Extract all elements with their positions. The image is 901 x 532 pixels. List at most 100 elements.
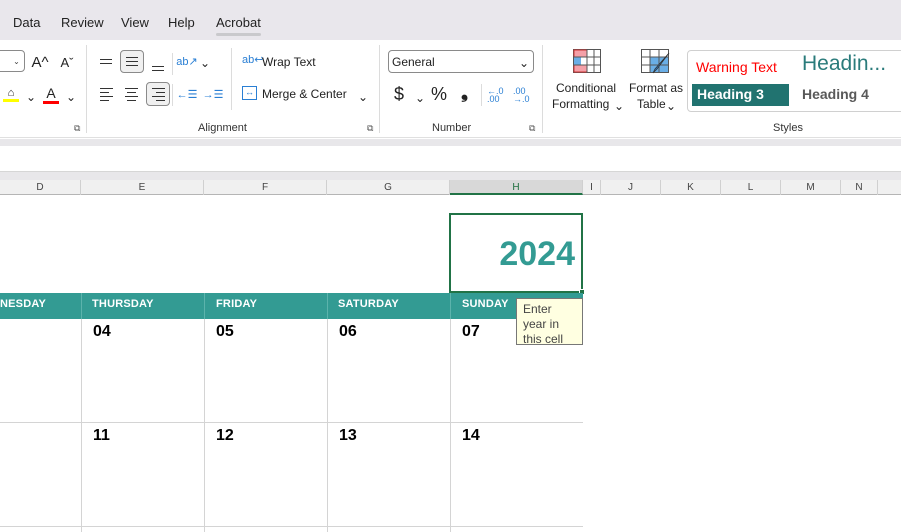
style-heading-1[interactable]: Headin... <box>802 52 886 76</box>
number-format-dropdown[interactable]: General ⌄ <box>388 50 534 73</box>
decrease-indent-icon: ←☰ <box>176 88 198 101</box>
increase-decimal-button[interactable]: ←.0.00 <box>487 87 504 104</box>
increase-font-size-button[interactable]: A^ <box>30 52 50 72</box>
percent-button[interactable]: % <box>431 84 447 105</box>
chevron-down-icon: ⌄ <box>614 99 625 113</box>
tab-help[interactable]: Help <box>168 15 195 30</box>
input-message-tooltip: Enter year in this cell <box>516 298 583 346</box>
column-header-g[interactable]: G <box>327 180 450 195</box>
gridline <box>81 319 82 532</box>
decrease-indent-button[interactable]: ←☰ <box>176 85 198 103</box>
tab-view[interactable]: View <box>121 15 149 30</box>
increase-indent-button[interactable]: →☰ <box>202 85 224 103</box>
separator <box>231 48 232 110</box>
currency-dropdown[interactable]: ⌄ <box>415 91 425 105</box>
column-headers: D E F G H I J K L M N <box>0 180 901 195</box>
column-header-n[interactable]: N <box>841 180 878 195</box>
wrap-text-icon: ab↩ <box>242 54 264 66</box>
separator <box>542 45 543 133</box>
separator <box>379 45 380 133</box>
chevron-down-icon: ⌄ <box>518 56 529 70</box>
fill-color-dropdown[interactable]: ⌄ <box>26 90 36 104</box>
align-left-button[interactable] <box>97 85 115 103</box>
day-cell-13[interactable]: 13 <box>339 427 357 445</box>
ribbon-divider <box>0 139 901 146</box>
conditional-formatting-icon <box>573 49 601 73</box>
paint-bucket-icon: ⌂ <box>7 86 15 99</box>
fill-color-button[interactable]: ⌂ <box>2 84 20 104</box>
alignment-group-label: Alignment <box>198 122 247 134</box>
column-header-j[interactable]: J <box>601 180 661 195</box>
number-format-value: General <box>392 55 435 69</box>
alignment-dialog-launcher-icon[interactable]: ⧉ <box>367 123 373 134</box>
middle-align-button[interactable] <box>120 50 144 73</box>
column-header-f[interactable]: F <box>204 180 327 195</box>
bottom-align-icon <box>152 65 164 71</box>
tab-data[interactable]: Data <box>13 15 40 30</box>
separator <box>172 84 173 106</box>
column-header-h[interactable]: H <box>450 180 583 195</box>
gridline <box>450 319 451 532</box>
day-name-friday: FRIDAY <box>216 298 258 310</box>
increase-font-icon: A^ <box>31 53 49 71</box>
font-color-button[interactable]: A <box>42 84 60 104</box>
year-value: 2024 <box>499 235 575 273</box>
column-header-i[interactable]: I <box>583 180 601 195</box>
gridline <box>0 422 583 423</box>
format-as-table-label-2: Table <box>637 97 666 111</box>
font-color-dropdown[interactable]: ⌄ <box>66 90 76 104</box>
day-cell-07[interactable]: 07 <box>462 323 480 341</box>
style-heading-4[interactable]: Heading 4 <box>802 86 869 102</box>
header-divider <box>327 293 328 319</box>
increase-indent-icon: →☰ <box>202 88 224 101</box>
column-header-d[interactable]: D <box>0 180 81 195</box>
align-center-button[interactable] <box>122 85 140 103</box>
conditional-formatting-label-2: Formatting <box>552 97 610 111</box>
tab-review[interactable]: Review <box>61 15 104 30</box>
header-divider <box>450 293 451 319</box>
decrease-decimal-button[interactable]: .00 →.0 <box>513 87 530 104</box>
orientation-button[interactable]: ab↗ <box>176 52 198 70</box>
day-cell-11[interactable]: 11 <box>93 427 110 445</box>
font-color-swatch <box>43 100 59 104</box>
year-cell[interactable]: 2024 <box>449 213 583 293</box>
formula-bar[interactable] <box>0 146 901 172</box>
align-right-button[interactable] <box>146 82 170 106</box>
day-cell-14[interactable]: 14 <box>462 427 480 445</box>
font-dialog-launcher-icon[interactable]: ⧉ <box>74 123 80 134</box>
comma-style-button[interactable]: ❟ <box>461 82 468 103</box>
day-name-saturday: SATURDAY <box>338 298 399 310</box>
middle-align-icon <box>126 57 138 66</box>
day-name-sunday: SUNDAY <box>462 298 509 310</box>
day-cell-05[interactable]: 05 <box>216 323 234 341</box>
bottom-align-button[interactable] <box>149 56 167 74</box>
styles-group-label: Styles <box>773 122 803 134</box>
separator <box>86 45 87 133</box>
column-header-m[interactable]: M <box>781 180 841 195</box>
orientation-dropdown[interactable]: ⌄ <box>200 56 210 70</box>
day-cell-12[interactable]: 12 <box>216 427 234 445</box>
ribbon: ⌄ A^ Aˇ ⌂ ⌄ A ⌄ ⧉ ab↗ ⌄ ←☰ →☰ ab↩ Wrap T… <box>0 40 901 138</box>
column-header-e[interactable]: E <box>81 180 204 195</box>
number-dialog-launcher-icon[interactable]: ⧉ <box>529 123 535 134</box>
style-heading-3[interactable]: Heading 3 <box>692 84 789 106</box>
day-name-thursday: THURSDAY <box>92 298 154 310</box>
conditional-formatting-label-1: Conditional <box>556 81 617 95</box>
day-cell-06[interactable]: 06 <box>339 323 357 341</box>
currency-button[interactable]: $ <box>394 84 404 105</box>
decrease-font-size-button[interactable]: Aˇ <box>57 52 77 72</box>
merge-center-label: Merge & Center <box>262 87 347 101</box>
top-align-button[interactable] <box>97 52 115 70</box>
tab-acrobat[interactable]: Acrobat <box>216 15 261 36</box>
day-cell-04[interactable]: 04 <box>93 323 111 341</box>
column-header-l[interactable]: L <box>721 180 781 195</box>
chevron-down-icon: ⌄ <box>666 99 677 113</box>
column-header-k[interactable]: K <box>661 180 721 195</box>
separator <box>172 53 173 75</box>
merge-center-dropdown[interactable]: ⌄ <box>358 90 368 104</box>
weekday-header-row: NESDAY THURSDAY FRIDAY SATURDAY SUNDAY <box>0 293 583 319</box>
font-size-dropdown[interactable]: ⌄ <box>0 50 25 72</box>
number-group-label: Number <box>432 122 472 134</box>
style-warning-text[interactable]: Warning Text <box>696 59 777 75</box>
text-orientation-icon: ab↗ <box>176 55 198 68</box>
